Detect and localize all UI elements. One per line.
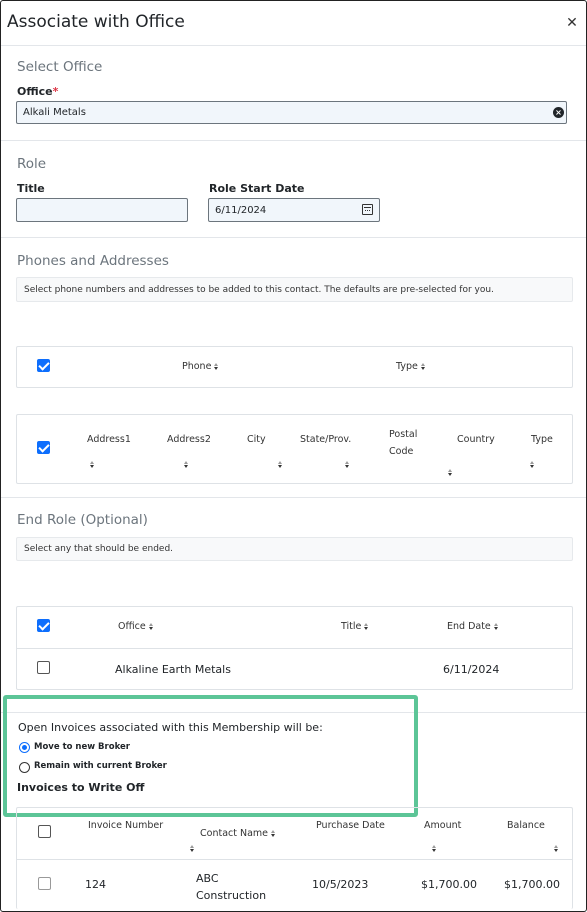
sort-icon bbox=[214, 362, 220, 371]
sort-icon bbox=[271, 829, 277, 838]
title-label: Title bbox=[17, 182, 45, 195]
sort-icon bbox=[148, 622, 155, 631]
address-type-header[interactable]: Type bbox=[531, 434, 553, 445]
sort-icon bbox=[448, 468, 454, 477]
sort-icon bbox=[530, 460, 536, 469]
title-input[interactable] bbox=[16, 198, 188, 222]
title-header[interactable]: Title bbox=[341, 621, 370, 632]
sort-icon bbox=[493, 622, 500, 631]
required-marker: * bbox=[52, 85, 59, 98]
remain-with-current-broker-label[interactable]: Remain with current Broker bbox=[34, 761, 167, 771]
invoice-number-cell: 124 bbox=[85, 878, 106, 891]
phone-type-header[interactable]: Type bbox=[396, 361, 427, 372]
amount-cell: $1,700.00 bbox=[421, 878, 477, 891]
phone-table bbox=[16, 346, 573, 388]
invoices-select-all-checkbox[interactable] bbox=[38, 825, 51, 838]
purchase-date-cell: 10/5/2023 bbox=[312, 878, 369, 891]
role-start-date-label: Role Start Date bbox=[209, 182, 305, 195]
move-to-new-broker-label[interactable]: Move to new Broker bbox=[34, 742, 130, 752]
end-role-end-date-cell: 6/11/2024 bbox=[443, 663, 500, 676]
end-date-header[interactable]: End Date bbox=[447, 621, 500, 632]
calendar-icon[interactable] bbox=[362, 204, 373, 215]
sort-icon bbox=[345, 460, 351, 469]
sort-icon bbox=[278, 460, 284, 469]
select-office-heading: Select Office bbox=[17, 59, 103, 75]
invoice-prompt: Open Invoices associated with this Membe… bbox=[18, 721, 323, 734]
contact-name-header[interactable]: Contact Name bbox=[200, 828, 277, 839]
end-role-office-cell: Alkaline Earth Metals bbox=[115, 663, 231, 676]
address2-header[interactable]: Address2 bbox=[167, 434, 211, 445]
clear-icon[interactable]: × bbox=[553, 107, 564, 118]
contact-name-cell: ABC Construction bbox=[196, 872, 267, 902]
balance-header[interactable]: Balance bbox=[507, 820, 545, 831]
balance-cell: $1,700.00 bbox=[504, 878, 560, 891]
sort-icon bbox=[364, 622, 370, 631]
sort-icon bbox=[90, 460, 96, 469]
remain-with-current-broker-radio[interactable] bbox=[19, 762, 30, 773]
phone-header[interactable]: Phone bbox=[182, 361, 220, 372]
row-divider bbox=[17, 648, 572, 649]
sort-icon bbox=[553, 844, 560, 853]
role-heading: Role bbox=[17, 156, 47, 172]
phones-addresses-info: Select phone numbers and addresses to be… bbox=[16, 277, 573, 302]
address-table bbox=[16, 414, 573, 484]
invoice-options-highlight bbox=[3, 695, 418, 817]
divider bbox=[1, 45, 586, 46]
end-role-row-checkbox[interactable] bbox=[37, 661, 50, 674]
sort-icon bbox=[189, 844, 196, 853]
purchase-date-header[interactable]: Purchase Date bbox=[316, 820, 385, 831]
postal-code-header[interactable]: Postal Code bbox=[389, 426, 417, 460]
invoices-write-off-heading: Invoices to Write Off bbox=[17, 781, 145, 794]
divider bbox=[1, 140, 586, 141]
country-header[interactable]: Country bbox=[457, 434, 495, 445]
dialog-title: Associate with Office bbox=[7, 12, 185, 32]
end-role-select-all-checkbox[interactable] bbox=[37, 619, 50, 632]
office-label: Office* bbox=[17, 85, 59, 98]
sort-icon bbox=[420, 362, 427, 371]
invoice-row-checkbox[interactable] bbox=[38, 877, 51, 890]
state-header[interactable]: State/Prov. bbox=[300, 434, 351, 445]
role-start-date-value: 6/11/2024 bbox=[215, 204, 267, 216]
office-select[interactable]: Alkali Metals × bbox=[16, 101, 567, 124]
invoice-number-header[interactable]: Invoice Number bbox=[88, 820, 163, 831]
office-header[interactable]: Office bbox=[118, 621, 155, 632]
address1-header[interactable]: Address1 bbox=[87, 434, 131, 445]
city-header[interactable]: City bbox=[247, 434, 266, 445]
end-role-heading: End Role (Optional) bbox=[17, 512, 148, 528]
row-divider bbox=[17, 859, 572, 860]
sort-icon bbox=[184, 460, 190, 469]
move-to-new-broker-radio[interactable] bbox=[19, 742, 30, 753]
office-select-value: Alkali Metals bbox=[23, 107, 86, 118]
divider bbox=[1, 237, 586, 238]
phones-addresses-heading: Phones and Addresses bbox=[17, 253, 169, 269]
end-role-info: Select any that should be ended. bbox=[16, 537, 573, 561]
phone-select-all-checkbox[interactable] bbox=[37, 359, 50, 372]
divider bbox=[1, 497, 586, 498]
amount-header[interactable]: Amount bbox=[424, 820, 461, 831]
close-icon[interactable]: ✕ bbox=[563, 14, 581, 32]
sort-icon bbox=[431, 844, 438, 853]
role-start-date-input[interactable]: 6/11/2024 bbox=[208, 198, 380, 222]
address-select-all-checkbox[interactable] bbox=[37, 441, 50, 454]
